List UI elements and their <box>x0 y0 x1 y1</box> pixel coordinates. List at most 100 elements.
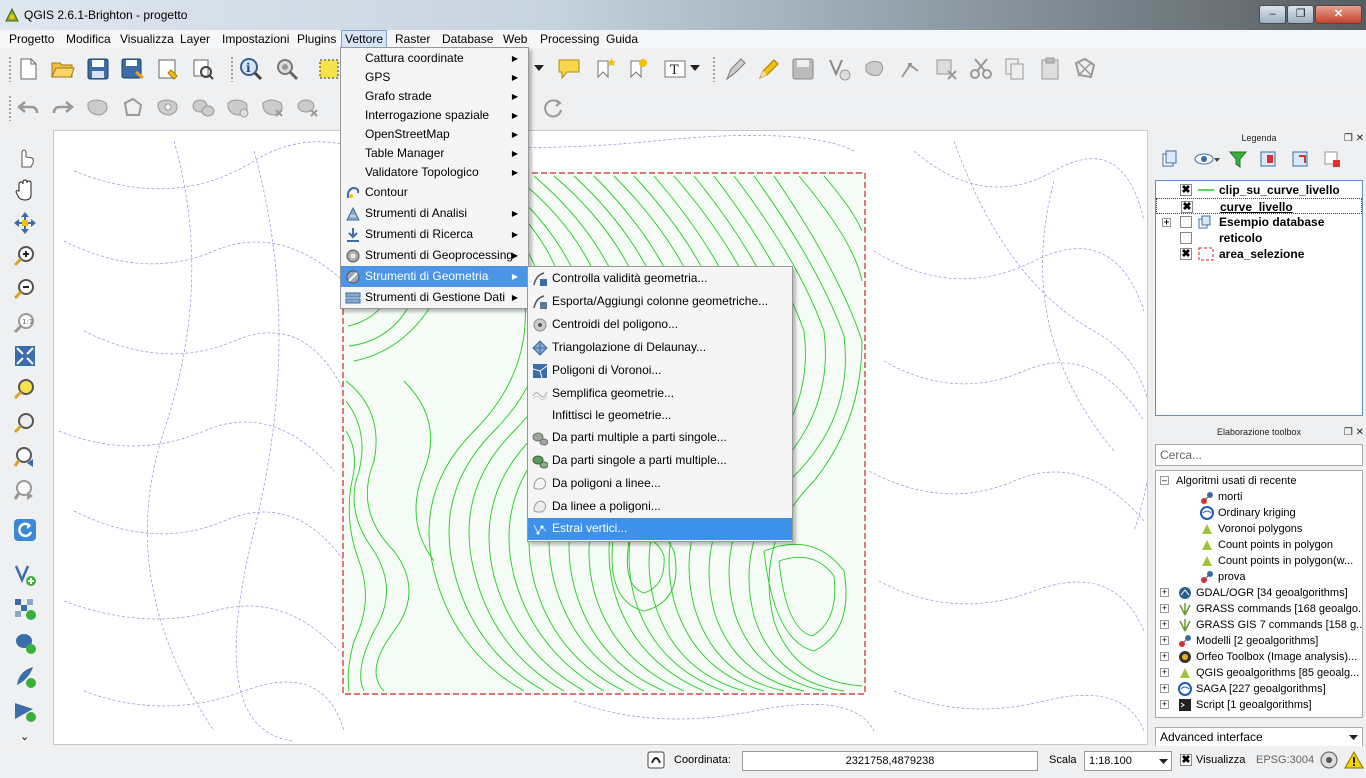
menu-plugins[interactable]: Plugins <box>297 32 336 46</box>
scale-combobox[interactable]: 1:18.100 <box>1084 751 1172 771</box>
menu-item-single-to-multi[interactable]: Da parti singole a parti multiple... <box>528 450 792 472</box>
expand-all-icon[interactable] <box>1256 148 1280 170</box>
menu-item-strumenti-di-geoprocessing[interactable]: Strumenti di Geoprocessing ▶ <box>341 245 528 266</box>
coordinate-capture-icon[interactable] <box>647 751 665 769</box>
menu-item-strumenti-di-ricerca[interactable]: Strumenti di Ricerca ▶ <box>341 224 528 245</box>
layer-visibility-checkbox[interactable]: ✖ <box>1181 201 1193 213</box>
toolbar-grip[interactable] <box>8 95 12 121</box>
layer-visibility-checkbox[interactable]: ✖ <box>1180 184 1192 196</box>
zoom-to-layer-icon[interactable] <box>12 410 38 436</box>
menu-item-poligoni-a-linee[interactable]: Da poligoni a linee... <box>528 473 792 495</box>
dropdown-arrow-icon[interactable] <box>688 56 702 82</box>
zoom-to-selection-icon[interactable] <box>12 376 38 402</box>
current-edits-icon[interactable] <box>722 56 748 82</box>
zoom-last-icon[interactable] <box>12 444 38 470</box>
more-tools-chevron-icon[interactable]: ⌄ <box>20 730 29 743</box>
layer-visibility-checkbox[interactable] <box>1180 232 1192 244</box>
maximize-button[interactable]: ❐ <box>1287 5 1314 24</box>
manage-visibility-icon[interactable] <box>1192 148 1222 170</box>
menu-database[interactable]: Database <box>442 32 493 46</box>
warning-messages-icon[interactable] <box>1344 750 1364 770</box>
pan-map-icon[interactable] <box>12 177 38 203</box>
menu-processing[interactable]: Processing <box>540 32 599 46</box>
menu-item-table-manager[interactable]: Table Manager ▶ <box>341 143 528 164</box>
menu-visualizza[interactable]: Visualizza <box>120 32 174 46</box>
expand-group-icon[interactable]: + <box>1160 684 1169 693</box>
rotate-feature-icon[interactable] <box>85 95 111 121</box>
add-feature-icon[interactable] <box>826 56 852 82</box>
menu-item-contour[interactable]: Contour <box>341 182 528 203</box>
move-feature-icon[interactable] <box>862 56 888 82</box>
legend-layer-clip-su-curve-livello[interactable]: ✖ clip_su_curve_livello <box>1156 182 1362 198</box>
new-bookmark-icon[interactable] <box>591 56 617 82</box>
toolbox-search-input[interactable]: Cerca... <box>1155 444 1363 466</box>
delete-part-icon[interactable] <box>295 95 321 121</box>
panel-float-close-buttons[interactable]: ❐ ✕ <box>1344 425 1364 441</box>
save-edits-icon[interactable] <box>790 56 816 82</box>
legend-group-esempio-database[interactable]: + Esempio database <box>1156 214 1362 230</box>
menu-item-grafo-strade[interactable]: Grafo strade ▶ <box>341 86 528 107</box>
menu-item-poligoni-voronoi[interactable]: Poligoni di Voronoi... <box>528 360 792 382</box>
menu-item-strumenti-di-analisi[interactable]: Strumenti di Analisi ▶ <box>341 203 528 224</box>
expand-group-icon[interactable]: + <box>1160 620 1169 629</box>
collapse-all-icon[interactable] <box>1288 148 1312 170</box>
new-shapefile-layer-icon[interactable] <box>12 562 38 588</box>
fill-ring-icon[interactable] <box>225 95 251 121</box>
minimize-button[interactable]: ‒ <box>1259 5 1286 24</box>
add-raster-layer-icon[interactable] <box>12 596 38 622</box>
copy-features-icon[interactable] <box>1002 56 1028 82</box>
add-wms-layer-icon[interactable] <box>12 698 38 724</box>
new-project-icon[interactable] <box>15 56 41 82</box>
menu-item-multi-to-single[interactable]: Da parti multiple a parti singole... <box>528 427 792 449</box>
add-postgis-layer-icon[interactable] <box>12 630 38 656</box>
close-button[interactable]: ✕ <box>1315 5 1362 24</box>
layer-visibility-checkbox[interactable]: ✖ <box>1180 248 1192 260</box>
toolbar-grip[interactable] <box>230 56 234 82</box>
menu-item-strumenti-di-gestione-dati[interactable]: Strumenti di Gestione Dati ▶ <box>341 287 528 308</box>
menu-item-strumenti-di-geometria[interactable]: Strumenti di Geometria ▶ <box>341 266 528 287</box>
crs-status[interactable]: EPSG:3004 <box>1256 754 1314 766</box>
expand-group-icon[interactable]: + <box>1160 668 1169 677</box>
menu-item-gps[interactable]: GPS ▶ <box>341 67 528 88</box>
dropdown-arrow-icon[interactable] <box>532 56 546 82</box>
menu-item-openstreetmap[interactable]: OpenStreetMap ▶ <box>341 124 528 145</box>
menu-layer[interactable]: Layer <box>180 32 210 46</box>
save-as-icon[interactable] <box>120 56 146 82</box>
simplify-feature-icon[interactable] <box>120 95 146 121</box>
text-annotation-icon[interactable] <box>556 56 582 82</box>
paste-features-icon[interactable] <box>1037 56 1063 82</box>
menu-item-infittisci-geometrie[interactable]: Infittisci le geometrie... <box>528 405 792 427</box>
coordinate-field[interactable]: 2321758,4879238 <box>742 751 1038 771</box>
rotate-label-icon[interactable] <box>540 95 566 121</box>
undo-icon[interactable] <box>15 95 41 121</box>
open-project-icon[interactable] <box>50 56 76 82</box>
zoom-full-icon[interactable] <box>12 343 38 369</box>
delete-selected-icon[interactable] <box>933 56 959 82</box>
menu-item-centroidi-poligono[interactable]: Centroidi del poligono... <box>528 314 792 336</box>
layer-visibility-checkbox[interactable] <box>1180 216 1192 228</box>
select-features-icon[interactable] <box>316 56 342 82</box>
show-bookmarks-icon[interactable] <box>625 56 651 82</box>
filter-legend-icon[interactable] <box>1226 148 1250 170</box>
panel-float-close-buttons[interactable]: ❐ ✕ <box>1344 131 1364 147</box>
add-ring-icon[interactable] <box>155 95 181 121</box>
node-tool-icon[interactable] <box>897 56 923 82</box>
menu-item-interrogazione-spaziale[interactable]: Interrogazione spaziale ▶ <box>341 105 528 126</box>
toolbar-grip[interactable] <box>712 56 716 82</box>
run-feature-action-icon[interactable] <box>274 56 300 82</box>
legend-layer-reticolo[interactable]: reticolo <box>1156 230 1362 246</box>
digitize-polygon-icon[interactable] <box>1072 56 1098 82</box>
toolbar-grip[interactable] <box>8 56 12 82</box>
new-print-composer-icon[interactable] <box>155 56 181 82</box>
refresh-icon[interactable] <box>12 517 38 543</box>
legend-layer-area-selezione[interactable]: ✖ area_selezione <box>1156 246 1362 262</box>
identify-icon[interactable]: i <box>238 56 264 82</box>
touch-zoom-pan-icon[interactable] <box>12 144 38 170</box>
collapse-group-icon[interactable]: – <box>1160 476 1169 485</box>
expand-group-icon[interactable]: + <box>1160 636 1169 645</box>
menu-item-validatore-topologico[interactable]: Validatore Topologico ▶ <box>341 162 528 183</box>
add-spatialite-layer-icon[interactable] <box>12 664 38 690</box>
menu-raster[interactable]: Raster <box>395 32 430 46</box>
toolbox-algorithm-tree[interactable]: – Algoritmi usati di recente morti Ordin… <box>1155 470 1363 718</box>
add-group-icon[interactable] <box>1158 148 1182 170</box>
